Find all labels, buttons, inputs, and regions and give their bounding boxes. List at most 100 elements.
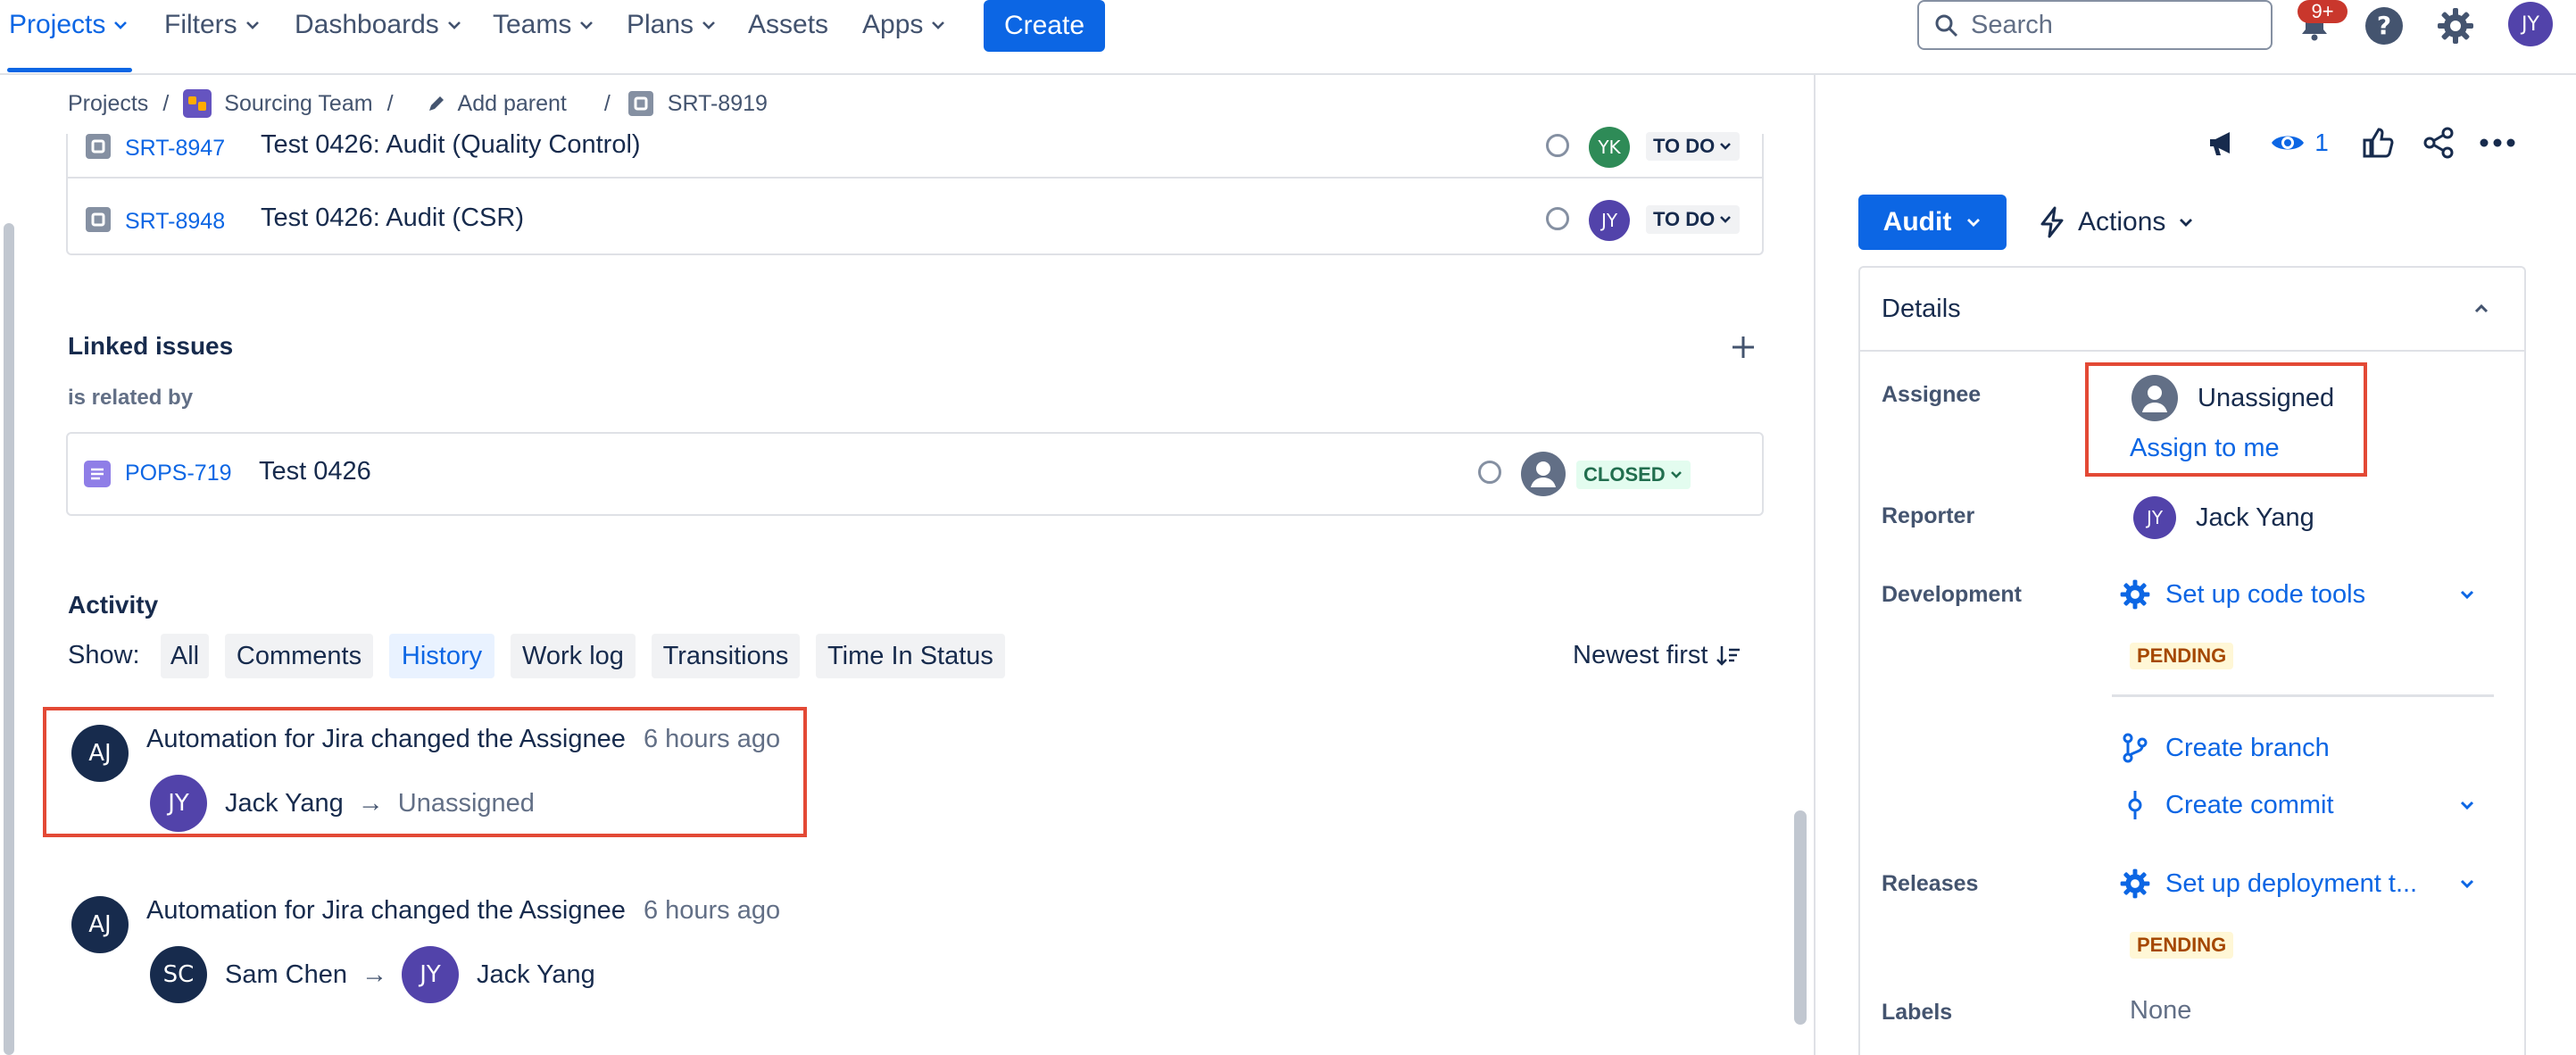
issue-summary[interactable]: Test 0426: Audit (CSR) (261, 204, 524, 233)
nav-plans[interactable]: Plans (627, 7, 717, 43)
issue-summary[interactable]: Test 0426 (259, 457, 371, 486)
subtask-icon (627, 91, 653, 116)
from-avatar[interactable]: SC (150, 946, 207, 1003)
details-header[interactable]: Details (1860, 268, 2524, 352)
assignee-value: Unassigned (2198, 383, 2335, 412)
subtask-icon (86, 134, 111, 159)
nav-dashboards[interactable]: Dashboards (295, 7, 462, 43)
setup-deployment-link[interactable]: Set up deployment t... (2119, 868, 2417, 900)
share-icon[interactable] (2419, 123, 2458, 162)
nav-filters[interactable]: Filters (164, 7, 261, 43)
content-scrollbar[interactable] (1794, 810, 1807, 1025)
breadcrumb-issue-key[interactable]: SRT-8919 (668, 91, 768, 117)
gear-icon (2119, 578, 2151, 611)
row-divider (68, 177, 1762, 179)
linked-issue-row[interactable]: POPS-719 Test 0426 CLOSED (66, 432, 1764, 516)
issue-summary[interactable]: Test 0426: Audit (Quality Control) (261, 130, 641, 160)
sort-label: Newest first (1573, 641, 1708, 669)
actions-menu-button[interactable]: Actions (2039, 195, 2194, 250)
filter-transitions[interactable]: Transitions (652, 634, 800, 678)
chevron-down-icon (578, 17, 594, 33)
actor-name[interactable]: Automation for Jira (146, 896, 363, 925)
status-lozenge[interactable]: TO DO (1646, 132, 1741, 161)
commit-icon (2119, 789, 2151, 821)
user-avatar[interactable]: JY (2508, 2, 2553, 46)
assignee-avatar[interactable]: JY (1589, 200, 1630, 241)
chevron-up-icon[interactable] (2472, 300, 2490, 318)
activity-verb: changed the (370, 725, 514, 753)
table-row[interactable]: SRT-8947 Test 0426: Audit (Quality Contr… (68, 127, 1762, 195)
status-transition-button[interactable]: Audit (1858, 195, 2007, 250)
section-divider (2112, 694, 2494, 697)
create-button[interactable]: Create (984, 0, 1105, 52)
search-input[interactable]: Search (1917, 0, 2273, 50)
breadcrumb-team[interactable]: Sourcing Team (224, 91, 372, 117)
filter-work-log[interactable]: Work log (511, 634, 636, 678)
nav-apps[interactable]: Apps (862, 7, 946, 43)
reporter-field[interactable]: JY Jack Yang (2133, 496, 2314, 539)
issue-key-link[interactable]: SRT-8947 (125, 136, 225, 162)
eye-icon (2270, 130, 2306, 155)
status-label: TO DO (1653, 208, 1716, 230)
setup-code-tools-link[interactable]: Set up code tools (2119, 578, 2365, 611)
breadcrumb: Projects / Sourcing Team / Add parent / … (68, 89, 768, 118)
status-lozenge[interactable]: CLOSED (1576, 461, 1691, 489)
from-avatar[interactable]: JY (150, 775, 207, 832)
chevron-down-icon[interactable] (2458, 875, 2476, 893)
status-lozenge[interactable]: TO DO (1646, 205, 1741, 234)
filter-history[interactable]: History (389, 634, 494, 678)
from-value: Sam Chen (225, 959, 348, 989)
labels-value[interactable]: None (2130, 996, 2191, 1026)
chevron-down-icon[interactable] (2458, 796, 2476, 814)
nav-apps-label: Apps (862, 10, 924, 39)
assignee-avatar[interactable]: YK (1589, 127, 1630, 168)
assignee-field[interactable]: Unassigned (2131, 375, 2334, 421)
to-avatar[interactable]: JY (402, 946, 460, 1003)
priority-circle-icon (1478, 461, 1501, 484)
nav-teams[interactable]: Teams (493, 7, 594, 43)
svg-text:?: ? (2377, 11, 2391, 40)
breadcrumb-projects[interactable]: Projects (68, 91, 148, 117)
reporter-label: Reporter (1882, 503, 1975, 528)
actor-avatar[interactable]: AJ (71, 896, 129, 953)
actor-avatar[interactable]: AJ (71, 725, 129, 782)
gear-icon (2119, 868, 2151, 900)
main-scrollbar[interactable] (4, 223, 14, 1055)
breadcrumb-separator: / (162, 90, 170, 116)
priority-circle-icon (1546, 207, 1569, 230)
panel-divider (1814, 73, 1816, 1055)
filter-time-in-status[interactable]: Time In Status (816, 634, 1005, 678)
chevron-down-icon (245, 17, 261, 33)
add-icon[interactable] (1730, 334, 1757, 361)
filter-comments[interactable]: Comments (225, 634, 373, 678)
development-label: Development (1882, 582, 2022, 607)
chevron-down-icon (701, 17, 717, 33)
nav-projects[interactable]: Projects (9, 7, 129, 43)
thumbs-up-icon[interactable] (2358, 123, 2397, 162)
help-icon[interactable]: ? (2362, 4, 2406, 48)
chevron-down-icon (1965, 214, 1982, 230)
sort-order-button[interactable]: Newest first (1573, 641, 1741, 670)
filter-all[interactable]: All (161, 634, 209, 678)
actor-name[interactable]: Automation for Jira (146, 725, 363, 753)
issue-key-link[interactable]: SRT-8948 (125, 209, 225, 235)
chevron-down-icon[interactable] (2458, 586, 2476, 603)
assign-to-me-link[interactable]: Assign to me (2130, 434, 2280, 463)
pending-badge: PENDING (2130, 643, 2234, 669)
create-branch-link[interactable]: Create branch (2119, 732, 2330, 764)
issue-key-link[interactable]: POPS-719 (125, 461, 232, 486)
details-title: Details (1882, 295, 1961, 323)
more-actions-icon[interactable] (2478, 123, 2517, 162)
nav-filters-label: Filters (164, 10, 237, 39)
table-row[interactable]: SRT-8948 Test 0426: Audit (CSR) JY TO DO (68, 200, 1762, 262)
activity-change: JY Jack Yang → Unassigned (150, 775, 535, 832)
watchers-button[interactable]: 1 (2264, 123, 2335, 162)
breadcrumb-add-parent[interactable]: Add parent (458, 91, 567, 117)
create-commit-link[interactable]: Create commit (2119, 789, 2334, 821)
settings-gear-icon[interactable] (2433, 4, 2478, 48)
activity-title: Activity (68, 591, 159, 619)
nav-assets-label: Assets (748, 10, 829, 39)
nav-assets[interactable]: Assets (748, 7, 828, 43)
activity-verb: changed the (370, 896, 514, 925)
feedback-megaphone-icon[interactable] (2203, 123, 2242, 162)
